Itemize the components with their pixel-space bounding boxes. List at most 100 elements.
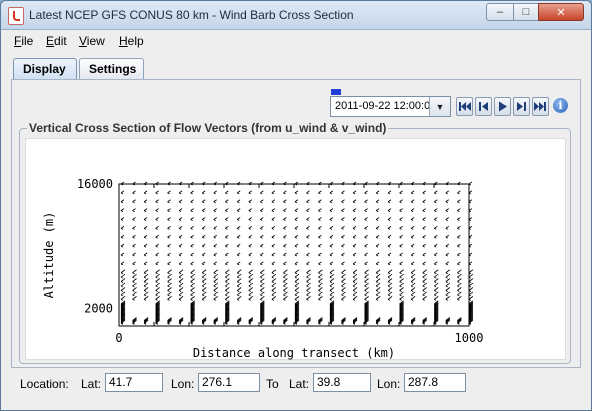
wind-barb	[236, 291, 242, 297]
wind-barb	[132, 252, 136, 257]
wind-barb	[225, 217, 229, 221]
last-frame-button[interactable]	[532, 97, 549, 116]
wind-barb	[271, 243, 276, 248]
start-lon-field[interactable]: 276.1	[198, 373, 260, 392]
location-label: Location:	[20, 377, 69, 391]
info-icon[interactable]: i	[553, 98, 568, 113]
wind-barb	[120, 217, 125, 221]
wind-barb	[364, 278, 369, 283]
wind-barb	[120, 208, 125, 212]
wind-barb	[167, 261, 171, 266]
wind-barb	[120, 252, 125, 257]
wind-barb	[445, 190, 450, 195]
wind-barb	[213, 190, 217, 195]
wind-barb	[422, 287, 427, 292]
wind-barb	[201, 269, 207, 275]
wind-barb	[132, 287, 137, 292]
wind-barb	[457, 273, 462, 279]
menu-file[interactable]: File	[14, 34, 33, 48]
wind-barb	[155, 261, 159, 266]
wind-barb	[410, 291, 416, 297]
wind-barb	[399, 261, 403, 266]
play-button[interactable]	[494, 97, 511, 116]
maximize-button[interactable]: □	[513, 3, 539, 21]
app-window: Latest NCEP GFS CONUS 80 km - Wind Barb …	[0, 0, 592, 411]
wind-barb	[352, 296, 358, 301]
wind-barb-plot[interactable]: 16000 2000 0 1000 Distance along transec…	[25, 138, 566, 360]
wind-barb	[236, 226, 241, 230]
wind-barb	[236, 199, 241, 204]
wind-barb	[283, 226, 287, 230]
wind-barb	[120, 190, 125, 195]
wind-barb	[375, 208, 380, 212]
wind-barb	[201, 287, 207, 292]
minimize-button[interactable]: –	[486, 3, 514, 21]
to-label: To	[266, 377, 279, 391]
wind-barb	[178, 252, 183, 257]
menu-edit[interactable]: Edit	[46, 34, 67, 48]
wind-barb	[294, 287, 300, 292]
wind-barb	[410, 287, 416, 292]
wind-barb	[399, 278, 404, 283]
wind-barb	[294, 252, 299, 257]
wind-barb	[375, 217, 380, 221]
step-back-button[interactable]	[475, 97, 492, 116]
end-lat-field[interactable]: 39.8	[313, 373, 371, 392]
first-frame-button[interactable]	[456, 97, 473, 116]
wind-barb	[352, 287, 358, 292]
wind-barb	[329, 226, 334, 230]
menu-view[interactable]: View	[79, 34, 105, 48]
wind-barb	[341, 190, 345, 195]
wind-barb	[410, 261, 415, 266]
wind-barb	[318, 282, 323, 288]
x-tick-label: 0	[115, 331, 122, 345]
timeline-marker[interactable]	[331, 89, 341, 95]
wind-barb	[422, 217, 426, 221]
step-forward-button[interactable]	[513, 97, 530, 116]
close-button[interactable]: ✕	[538, 3, 584, 21]
plot-frame	[118, 183, 470, 327]
menu-help[interactable]: Help	[119, 34, 144, 48]
x-tick-label: 1000	[455, 331, 484, 345]
wind-barb	[132, 269, 137, 275]
wind-barb	[271, 296, 277, 301]
wind-barb	[225, 296, 230, 301]
wind-barb	[248, 243, 252, 248]
section-title: Vertical Cross Section of Flow Vectors (…	[27, 121, 389, 135]
wind-barb	[399, 190, 403, 195]
datetime-select[interactable]: 2011-09-22 12:00:00Z ▼	[330, 96, 451, 117]
wind-barb	[132, 273, 137, 279]
wind-barb	[132, 199, 136, 204]
wind-barb	[225, 282, 230, 288]
tab-settings[interactable]: Settings	[79, 58, 144, 79]
wind-barb	[341, 296, 346, 301]
wind-barb	[190, 261, 194, 266]
wind-barb	[457, 282, 462, 288]
wind-barb	[434, 287, 439, 292]
wind-barb	[236, 234, 241, 239]
wind-barb	[318, 243, 322, 248]
end-lon-field[interactable]: 287.8	[404, 373, 466, 392]
wind-barb	[283, 208, 287, 212]
wind-barb	[445, 217, 450, 221]
chevron-down-icon[interactable]: ▼	[429, 97, 450, 116]
start-lat-field[interactable]: 41.7	[105, 373, 163, 392]
wind-barb	[167, 282, 172, 288]
wind-barb	[422, 296, 427, 301]
wind-barb	[294, 269, 300, 275]
wind-barb	[236, 278, 242, 283]
wind-barb	[120, 226, 125, 230]
wind-barb	[329, 261, 334, 266]
wind-barb	[410, 190, 415, 195]
wind-barb	[201, 278, 207, 283]
wind-barb	[318, 296, 323, 301]
wind-barb	[178, 282, 184, 288]
wind-barb	[306, 226, 310, 230]
wind-barb	[375, 226, 380, 230]
wind-barb	[132, 282, 137, 288]
tab-display[interactable]: Display	[13, 58, 77, 79]
title-bar[interactable]: Latest NCEP GFS CONUS 80 km - Wind Barb …	[1, 1, 591, 30]
wind-barb	[410, 269, 416, 275]
wind-barb	[399, 287, 404, 292]
wind-barb	[422, 273, 427, 279]
